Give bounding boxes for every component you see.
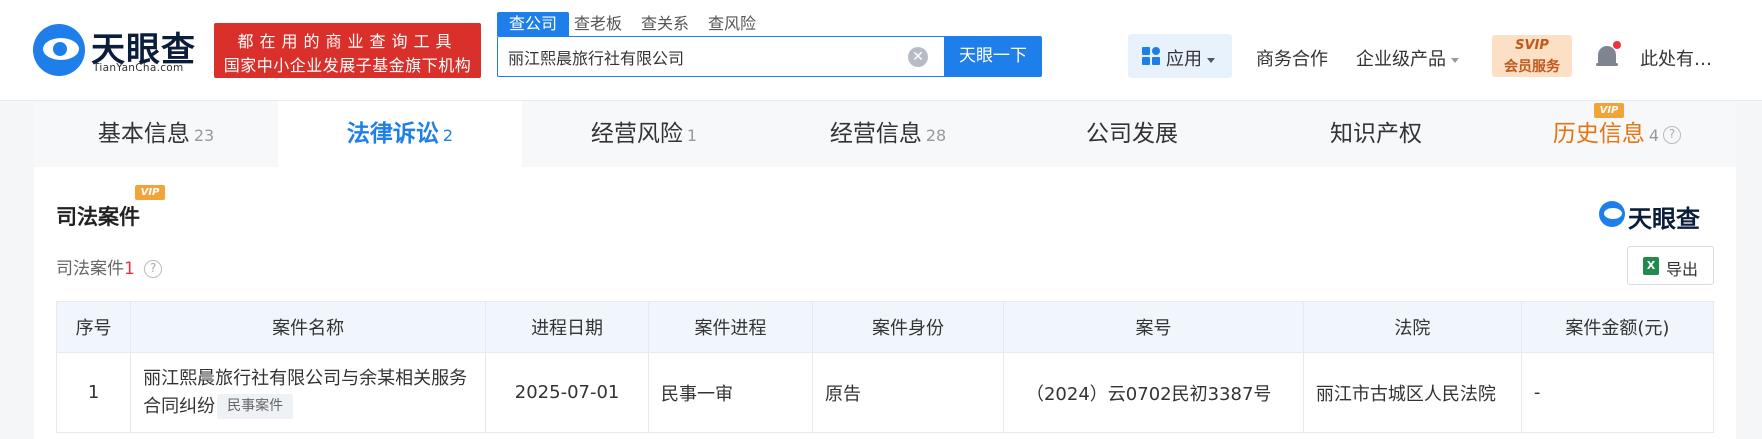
tab-label: 知识产权 <box>1330 121 1422 147</box>
tab-company-development[interactable]: 公司发展 <box>1010 101 1254 167</box>
svip-label: SVIP <box>1515 38 1549 53</box>
tab-basic-info[interactable]: 基本信息 23 <box>34 101 278 167</box>
column-header: 案号 <box>1002 301 1304 353</box>
case-number-link[interactable]: （2024）云0702民初3387号 <box>1002 352 1304 433</box>
case-count-line: 司法案件1 ? <box>56 254 163 279</box>
excel-icon: X <box>1643 257 1659 275</box>
tab-count: 1 <box>686 126 698 145</box>
brand-text: 天眼查 <box>1628 205 1700 233</box>
apps-label: 应用 <box>1166 49 1202 70</box>
column-header: 进程日期 <box>485 301 650 353</box>
notification-dot <box>1613 41 1621 49</box>
nav-business-cooperation[interactable]: 商务合作 <box>1256 45 1328 71</box>
member-service-label: 会员服务 <box>1504 59 1560 75</box>
court-name: 丽江市古城区人民法院 <box>1302 352 1522 433</box>
tianyancha-logo[interactable]: 天眼查 TianYanCha.com <box>33 22 203 78</box>
case-count-label: 司法案件 <box>56 259 124 279</box>
logo-eye-icon <box>1599 201 1625 227</box>
tab-legal-litigation[interactable]: 法律诉讼 2 <box>278 101 522 167</box>
svip-member-button[interactable]: SVIP 会员服务 <box>1492 35 1572 77</box>
logo-eye-icon <box>33 24 85 76</box>
tab-label: 经营信息 <box>829 121 922 147</box>
search-box: ✕ <box>497 36 944 77</box>
slogan-line-2: 国家中小企业发展子基金旗下机构 <box>223 56 472 75</box>
tab-label: 经营风险 <box>590 121 683 147</box>
cases-table: 序号 案件名称 进程日期 案件进程 案件身份 案号 法院 案件金额(元) 1 丽… <box>55 301 1715 433</box>
nav-enterprise-label: 企业级产品 <box>1356 49 1446 70</box>
apps-menu-button[interactable]: 应用 <box>1128 34 1232 78</box>
clear-icon[interactable]: ✕ <box>908 47 928 67</box>
help-icon[interactable]: ? <box>1663 125 1682 144</box>
help-icon[interactable]: ? <box>144 260 163 278</box>
case-name-cell: 丽江熙晨旅行社有限公司与余某相关服务合同纠纷 民事案件 <box>130 352 487 433</box>
top-header: 天眼查 TianYanCha.com 都在用的商业查询工具 国家中小企业发展子基… <box>0 0 1762 101</box>
search-input[interactable] <box>508 45 898 69</box>
logo-subtitle: TianYanCha.com <box>93 62 184 74</box>
search-tab-risk[interactable]: 查风险 <box>708 12 756 36</box>
row-index: 1 <box>55 352 132 433</box>
search-tab-boss[interactable]: 查老板 <box>574 12 622 36</box>
search-tab-company[interactable]: 查公司 <box>497 12 570 36</box>
case-role: 原告 <box>812 352 1004 433</box>
tab-operating-info[interactable]: 经营信息 28 <box>766 101 1010 167</box>
tab-label: 基本信息 <box>97 121 190 147</box>
tab-count: 28 <box>925 126 947 145</box>
tab-intellectual-property[interactable]: 知识产权 <box>1254 101 1498 167</box>
column-header: 案件名称 <box>130 301 487 353</box>
table-header-row: 序号 案件名称 进程日期 案件进程 案件身份 案号 法院 案件金额(元) <box>55 301 1715 353</box>
case-type-tag: 民事案件 <box>217 394 294 419</box>
process-date: 2025-07-01 <box>485 352 650 433</box>
search-button[interactable]: 天眼一下 <box>944 36 1042 77</box>
slogan-line-1: 都在用的商业查询工具 <box>237 32 458 51</box>
section-vip-badge: VIP <box>135 185 165 200</box>
apps-grid-icon <box>1142 47 1160 65</box>
case-count-value: 1 <box>124 259 135 279</box>
chevron-down-icon <box>1451 57 1459 63</box>
column-header: 序号 <box>55 301 132 353</box>
notification-bell-icon[interactable] <box>1596 41 1621 68</box>
company-tabs: 基本信息 23 法律诉讼 2 经营风险 1 经营信息 28 公司发展 知识产权 历史信息… <box>34 101 1736 167</box>
tab-operating-risk[interactable]: 经营风险 1 <box>522 101 766 167</box>
tab-label: 公司发展 <box>1086 121 1178 147</box>
nav-enterprise-products[interactable]: 企业级产品 <box>1356 45 1459 71</box>
section-title: 司法案件 <box>56 205 140 229</box>
column-header: 法院 <box>1302 301 1522 353</box>
user-account-menu[interactable]: 此处有… <box>1640 45 1712 71</box>
column-header: 案件进程 <box>648 301 814 353</box>
case-stage: 民事一审 <box>648 352 814 433</box>
search-tab-relation[interactable]: 查关系 <box>641 12 689 36</box>
slogan-banner: 都在用的商业查询工具 国家中小企业发展子基金旗下机构 <box>214 23 481 78</box>
tab-label: 法律诉讼 <box>346 121 439 147</box>
case-amount: - <box>1520 352 1715 433</box>
tab-count: 2 <box>442 126 454 145</box>
tab-label: 历史信息 <box>1552 121 1645 147</box>
tab-count: 4 <box>1648 126 1660 145</box>
table-row: 1 丽江熙晨旅行社有限公司与余某相关服务合同纠纷 民事案件 2025-07-01 … <box>55 352 1715 433</box>
export-button[interactable]: X 导出 <box>1627 246 1714 285</box>
tab-count: 23 <box>193 126 215 145</box>
export-label: 导出 <box>1666 260 1699 279</box>
history-vip-badge: VIP <box>1594 103 1624 118</box>
column-header: 案件身份 <box>812 301 1004 353</box>
judicial-cases-card: 司法案件 VIP 天眼查 司法案件1 ? X 导出 序号 案件名称 进程日期 案… <box>34 167 1736 439</box>
column-header: 案件金额(元) <box>1520 301 1715 353</box>
chevron-down-icon <box>1207 57 1215 63</box>
case-name-link[interactable]: 丽江熙晨旅行社有限公司与余某相关服务合同纠纷 <box>143 368 467 417</box>
